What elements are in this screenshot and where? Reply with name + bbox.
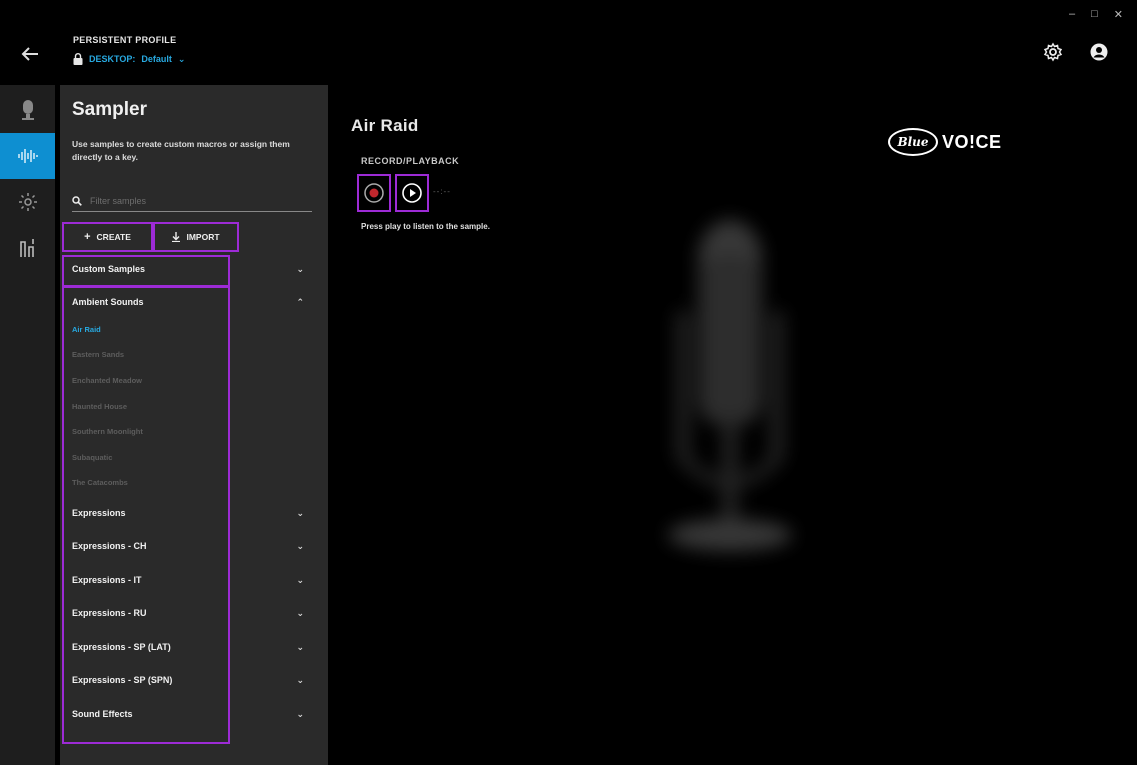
import-button[interactable]: IMPORT (153, 222, 239, 252)
record-icon (364, 183, 384, 203)
category-label: Custom Samples (72, 264, 146, 274)
maximize-button[interactable]: □ (1091, 8, 1098, 21)
profile-name: Default (141, 54, 172, 64)
category-label: Ambient Sounds (72, 297, 144, 307)
chevron-up-icon: ⌃ (296, 296, 304, 307)
profile-label: PERSISTENT PROFILE (73, 35, 177, 45)
category-label: Expressions - IT (72, 575, 142, 585)
equalizer-icon (19, 239, 34, 257)
sampler-panel: Sampler Use samples to create custom mac… (60, 85, 328, 765)
sample-item[interactable]: Subaquatic (72, 449, 112, 467)
sample-title: Air Raid (351, 116, 419, 135)
create-label: CREATE (96, 232, 131, 242)
sample-item[interactable]: Enchanted Meadow (72, 372, 142, 390)
category-label: Expressions - RU (72, 608, 147, 618)
category-label: Expressions - SP (LAT) (72, 642, 171, 652)
microphone-icon (21, 100, 34, 120)
import-label: IMPORT (186, 232, 220, 242)
rail-item-lighting[interactable] (0, 179, 55, 225)
chevron-down-icon: ⌄ (177, 53, 186, 64)
title-bar: PERSISTENT PROFILE DESKTOP: Default ⌄ – … (0, 0, 1137, 85)
brand-logo: Blue VO!CE (888, 128, 1002, 156)
profile-dropdown[interactable]: DESKTOP: Default ⌄ (73, 53, 185, 65)
category-expressions-it[interactable]: Expressions - IT ⌄ (72, 566, 306, 594)
profile-device: DESKTOP: (89, 54, 136, 64)
playback-time: --:-- (433, 187, 451, 196)
category-label: Sound Effects (72, 709, 133, 719)
lock-icon (73, 53, 83, 65)
panel-title: Sampler (72, 99, 147, 120)
sample-item[interactable]: Eastern Sands (72, 346, 124, 364)
sample-item-air-raid[interactable]: Air Raid (72, 321, 101, 339)
window-controls: – □ ✕ (1069, 8, 1123, 21)
chevron-down-icon: ⌄ (296, 540, 304, 551)
category-sound-effects[interactable]: Sound Effects ⌄ (72, 700, 306, 728)
chevron-down-icon: ⌄ (296, 574, 304, 585)
rail-item-sampler[interactable] (0, 133, 55, 179)
chevron-down-icon: ⌄ (296, 674, 304, 685)
close-button[interactable]: ✕ (1114, 8, 1123, 21)
category-expressions-sp-spn[interactable]: Expressions - SP (SPN) ⌄ (72, 666, 306, 694)
category-label: Expressions - SP (SPN) (72, 675, 173, 685)
chevron-down-icon: ⌄ (296, 507, 304, 518)
category-expressions-ch[interactable]: Expressions - CH ⌄ (72, 532, 306, 560)
sample-item[interactable]: Southern Moonlight (72, 423, 143, 441)
account-button[interactable] (1089, 42, 1109, 62)
search-icon (72, 195, 82, 206)
create-button[interactable]: + CREATE (62, 222, 153, 252)
rail-item-equalizer[interactable] (0, 225, 55, 271)
playback-hint: Press play to listen to the sample. (361, 222, 490, 231)
record-button[interactable] (357, 174, 391, 212)
back-button[interactable] (20, 44, 44, 68)
category-custom-samples[interactable]: Custom Samples ⌄ (72, 255, 306, 283)
nav-rail (0, 85, 55, 765)
play-button[interactable] (395, 174, 429, 212)
search-input[interactable] (90, 195, 290, 206)
category-label: Expressions - CH (72, 541, 147, 551)
category-label: Expressions (72, 508, 126, 518)
plus-icon: + (84, 231, 91, 243)
blue-logo: Blue (888, 128, 938, 156)
arrow-left-icon (21, 47, 38, 61)
play-icon (402, 183, 422, 203)
rail-item-microphone[interactable] (0, 87, 55, 133)
voice-logo: VO!CE (942, 131, 1002, 152)
action-buttons: + CREATE IMPORT (62, 222, 239, 252)
chevron-down-icon: ⌄ (296, 607, 304, 618)
chevron-down-icon: ⌄ (296, 708, 304, 719)
gear-icon (1043, 42, 1063, 62)
download-icon (172, 232, 181, 242)
category-expressions-ru[interactable]: Expressions - RU ⌄ (72, 599, 306, 627)
search-field (72, 190, 312, 212)
light-icon (18, 193, 37, 211)
chevron-down-icon: ⌄ (296, 263, 304, 274)
panel-description: Use samples to create custom macros or a… (72, 139, 290, 162)
settings-button[interactable] (1043, 42, 1063, 62)
waveform-icon (17, 149, 38, 163)
sample-item[interactable]: The Catacombs (72, 474, 128, 492)
category-ambient-sounds[interactable]: Ambient Sounds ⌃ (72, 288, 306, 316)
minimize-button[interactable]: – (1069, 8, 1075, 21)
record-playback-label: RECORD/PLAYBACK (361, 156, 460, 166)
sample-item[interactable]: Haunted House (72, 398, 127, 416)
microphone-image (668, 220, 792, 551)
category-expressions-sp-lat[interactable]: Expressions - SP (LAT) ⌄ (72, 633, 306, 661)
chevron-down-icon: ⌄ (296, 641, 304, 652)
category-expressions[interactable]: Expressions ⌄ (72, 499, 306, 527)
user-icon (1090, 43, 1108, 61)
